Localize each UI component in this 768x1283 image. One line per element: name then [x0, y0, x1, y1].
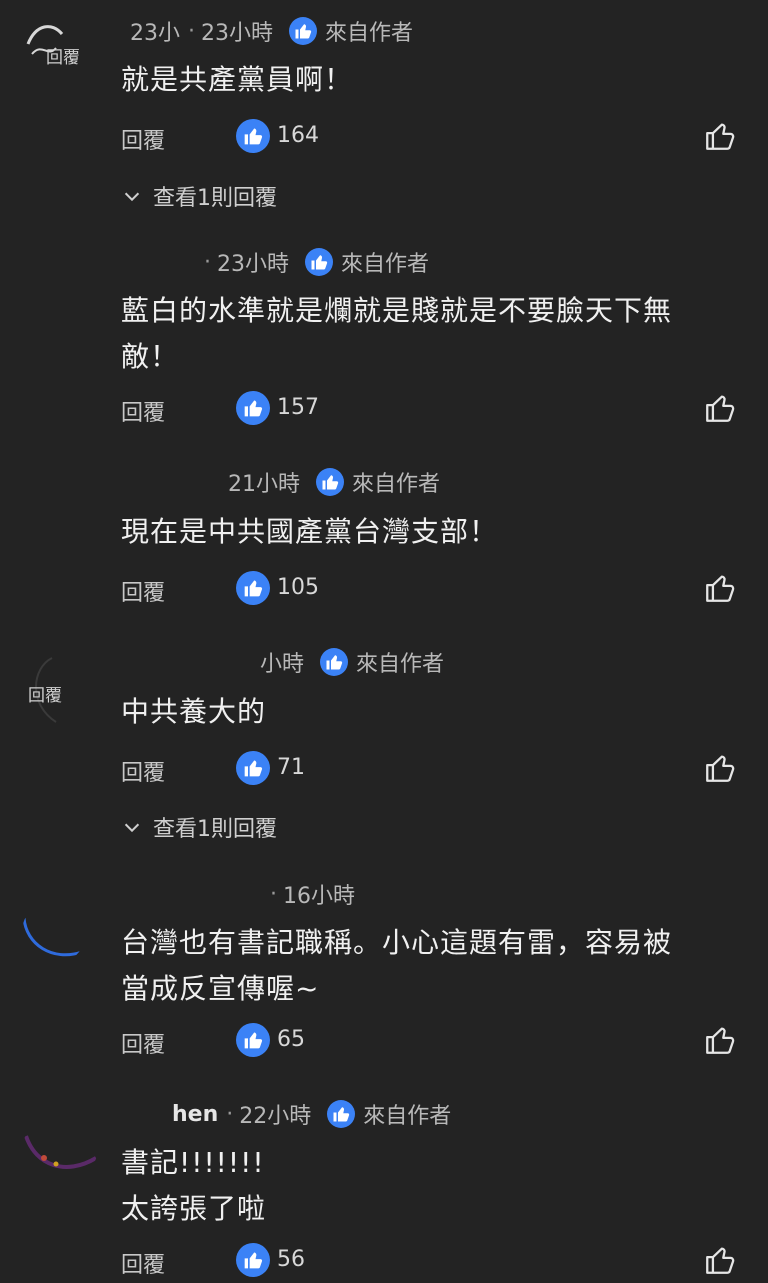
like-count-icon [236, 119, 270, 153]
comment-text: 台灣也有書記職稱。小心這題有雷，容易被 當成反宣傳喔~ [121, 920, 741, 1012]
author-badge-label: 來自作者 [356, 652, 445, 677]
reply-button[interactable]: 回覆 [121, 575, 165, 607]
chevron-down-icon [124, 823, 140, 833]
view-replies-button[interactable]: 查看1則回覆 [121, 180, 277, 212]
comment-text: 就是共產黨員啊！ [121, 57, 741, 103]
avatar[interactable] [22, 1118, 98, 1180]
avatar-image-icon [24, 1135, 98, 1169]
comment-meta: · 23小時 來自作者 [196, 245, 429, 279]
meta-separator: · [270, 881, 277, 907]
avatar[interactable]: 回覆 [22, 654, 80, 726]
author-badge-icon [289, 17, 317, 45]
like-count-icon [236, 1023, 270, 1057]
avatar-overlay-text: 回覆 [28, 686, 62, 706]
commenter-name[interactable]: hen [172, 1102, 218, 1127]
comment-text-line: 敵！ [121, 340, 180, 373]
author-badge-icon [316, 468, 344, 496]
like-count: 71 [277, 755, 305, 780]
comment-text-line: 就是共產黨員啊！ [121, 63, 354, 96]
author-badge-label: 來自作者 [352, 472, 441, 497]
comment-text: 藍白的水準就是爛就是賤就是不要臉天下無 敵！ [121, 288, 741, 380]
like-count-icon [236, 391, 270, 425]
meta-separator: · [188, 18, 195, 44]
comment-text: 現在是中共國產黨台灣支部！ [121, 509, 741, 555]
comment-meta: · 小時 來自作者 [239, 645, 444, 679]
author-badge-icon [320, 648, 349, 676]
comment-actions: 回覆 164 [121, 119, 741, 159]
comment-actions: 回覆 65 [121, 1023, 741, 1063]
reply-button[interactable]: 回覆 [121, 395, 165, 427]
comment-meta: · 16小時 [262, 877, 355, 911]
meta-separator: · [215, 470, 222, 495]
comment-actions: 回覆 71 [121, 751, 741, 791]
avatar[interactable] [22, 900, 86, 964]
like-count: 56 [277, 1247, 305, 1272]
chevron-down-icon [124, 192, 140, 202]
author-badge-icon [305, 248, 333, 276]
comment-time: 23小時 [217, 252, 289, 277]
comment-actions: 回覆 157 [121, 391, 741, 431]
like-count: 65 [277, 1027, 305, 1052]
author-badge-label: 來自作者 [363, 1104, 452, 1129]
comment-text: 書記!!!!!!! 太誇張了啦 [121, 1140, 741, 1232]
comment-text-line: 書記!!!!!!! [121, 1146, 265, 1179]
comment-text-line: 台灣也有書記職稱。小心這題有雷，容易被 [121, 926, 673, 959]
like-count-icon [236, 1243, 270, 1277]
like-count: 164 [277, 123, 319, 148]
like-button-icon[interactable] [703, 571, 737, 605]
like-count: 157 [277, 395, 319, 420]
author-badge-label: 來自作者 [325, 21, 414, 46]
comment-time: 22小時 [239, 1104, 312, 1129]
comment-text-line: 現在是中共國產黨台灣支部！ [121, 515, 499, 548]
comment-text-line: 太誇張了啦 [121, 1192, 267, 1225]
like-count-icon [236, 751, 270, 785]
commenter-name[interactable]: 23小 [130, 15, 180, 47]
meta-separator: · [204, 249, 211, 275]
meta-separator: · [247, 650, 254, 675]
comment-time: 16小時 [283, 884, 355, 909]
comment-actions: 回覆 56 [121, 1243, 741, 1283]
comment-text-line: 藍白的水準就是爛就是賤就是不要臉天下無 [121, 294, 673, 327]
author-badge-icon [327, 1100, 356, 1128]
reply-button[interactable]: 回覆 [121, 755, 165, 787]
like-count: 105 [277, 575, 319, 600]
view-replies-label: 查看1則回覆 [153, 817, 277, 842]
comment-actions: 回覆 105 [121, 571, 741, 611]
comment-meta: hen · 22小時 來自作者 [172, 1097, 451, 1131]
reply-button[interactable]: 回覆 [121, 123, 165, 155]
like-button-icon[interactable] [703, 1023, 737, 1057]
meta-separator: · [226, 1101, 234, 1127]
view-replies-button[interactable]: 查看1則回覆 [121, 811, 277, 843]
comment-text: 中共養大的 [121, 689, 741, 735]
author-badge-label: 來自作者 [341, 252, 430, 277]
like-button-icon[interactable] [703, 391, 737, 425]
reply-button[interactable]: 回覆 [121, 1027, 165, 1059]
comment-time: 小時 [260, 652, 305, 677]
view-replies-label: 查看1則回覆 [153, 186, 277, 211]
like-count-icon [236, 571, 270, 605]
comment-text-line: 中共養大的 [121, 695, 267, 728]
like-button-icon[interactable] [703, 1243, 737, 1277]
comment-time: 23小時 [201, 21, 273, 46]
like-button-icon[interactable] [703, 751, 737, 785]
like-button-icon[interactable] [703, 119, 737, 153]
avatar-image-icon [22, 917, 83, 957]
comment-meta: · 21小時 來自作者 [207, 465, 440, 499]
comment-meta: 23小 · 23小時 來自作者 [130, 14, 413, 48]
comment-text-line: 當成反宣傳喔~ [121, 972, 320, 1005]
comment-time: 21小時 [228, 472, 300, 497]
reply-button[interactable]: 回覆 [121, 1247, 165, 1279]
avatar[interactable]: 回覆 [22, 14, 84, 76]
avatar-overlay-text: 回覆 [46, 48, 80, 68]
